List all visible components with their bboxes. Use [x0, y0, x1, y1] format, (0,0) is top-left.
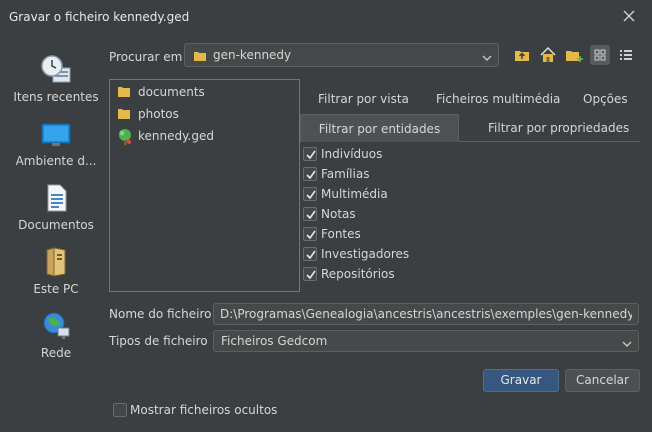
folder-icon	[193, 49, 207, 66]
file-name: documents	[138, 85, 205, 99]
checkbox-label: Indivíduos	[321, 147, 383, 161]
checkbox-unchecked-icon	[113, 403, 127, 417]
computer-icon	[40, 246, 72, 278]
checkbox-checked-icon	[303, 227, 317, 241]
checkbox-checked-icon	[303, 187, 317, 201]
grid-view-button[interactable]	[590, 45, 610, 65]
network-icon	[40, 310, 72, 342]
documents-icon	[40, 182, 72, 214]
file-name: kennedy.ged	[138, 129, 214, 143]
file-type-value: Ficheiros Gedcom	[221, 334, 328, 348]
up-folder-button[interactable]	[512, 45, 532, 65]
folder-icon	[116, 84, 132, 103]
save-button[interactable]: Gravar	[483, 369, 559, 392]
new-folder-icon	[566, 51, 583, 62]
tab-options[interactable]: Opções	[583, 92, 628, 106]
file-type-combo[interactable]: Ficheiros Gedcom	[213, 330, 639, 352]
place-label: Este PC	[33, 282, 79, 296]
tab-filter-by-entities[interactable]: Filtrar por entidades	[300, 114, 459, 142]
place-documents[interactable]: Documentos	[8, 182, 104, 232]
desktop-icon	[40, 118, 72, 150]
checkbox-label: Famílias	[321, 167, 370, 181]
place-label: Itens recentes	[13, 90, 99, 104]
checkbox-label: Investigadores	[321, 247, 410, 261]
tab-filter-by-view[interactable]: Filtrar por vista	[318, 92, 409, 106]
recent-items-icon	[40, 54, 72, 86]
tab-filter-by-properties[interactable]: Filtrar por propriedades	[488, 121, 629, 135]
gedcom-tree-icon	[116, 128, 134, 149]
tab-media-files[interactable]: Ficheiros multimédia	[436, 92, 560, 106]
checkbox-checked-icon	[303, 267, 317, 281]
list-view-button[interactable]	[616, 45, 636, 65]
place-network[interactable]: Rede	[8, 310, 104, 360]
up-folder-icon	[515, 51, 529, 61]
folder-icon	[116, 106, 132, 125]
home-button[interactable]	[538, 45, 558, 65]
close-icon[interactable]	[620, 7, 638, 25]
checkbox-label: Fontes	[321, 227, 361, 241]
checkbox-label: Notas	[321, 207, 356, 221]
checkbox-checked-icon	[303, 207, 317, 221]
look-in-value: gen-kennedy	[213, 48, 292, 62]
place-label: Documentos	[18, 218, 94, 232]
chevron-down-icon	[482, 51, 492, 61]
place-this-pc[interactable]: Este PC	[8, 246, 104, 296]
checkbox-checked-icon	[303, 247, 317, 261]
file-list[interactable]: documents photos kennedy.ged	[109, 79, 300, 292]
file-name-label: Nome do ficheiro	[109, 307, 212, 321]
look-in-combo[interactable]: gen-kennedy	[184, 43, 499, 67]
place-recent-items[interactable]: Itens recentes	[8, 54, 104, 104]
look-in-label: Procurar em	[109, 50, 183, 64]
cancel-button[interactable]: Cancelar	[565, 369, 640, 392]
file-name-input[interactable]	[213, 303, 639, 325]
file-name: photos	[138, 107, 179, 121]
checkbox-label: Multimédia	[321, 187, 388, 201]
window-title: Gravar o ficheiro kennedy.ged	[9, 10, 190, 24]
home-icon	[540, 46, 556, 62]
place-desktop[interactable]: Ambiente d...	[8, 118, 104, 168]
grid-view-icon	[594, 49, 606, 61]
place-label: Rede	[40, 346, 72, 360]
new-folder-button[interactable]	[564, 45, 584, 65]
file-type-label: Tipos de ficheiro	[109, 334, 208, 348]
title-bar: Gravar o ficheiro kennedy.ged	[0, 0, 652, 34]
checkbox-checked-icon	[303, 147, 317, 161]
list-view-icon	[620, 50, 632, 60]
checkbox-label: Mostrar ficheiros ocultos	[130, 403, 278, 417]
checkbox-checked-icon	[303, 167, 317, 181]
place-label: Ambiente d...	[15, 154, 97, 168]
checkbox-label: Repositórios	[321, 267, 395, 281]
chevron-down-icon	[622, 337, 632, 347]
